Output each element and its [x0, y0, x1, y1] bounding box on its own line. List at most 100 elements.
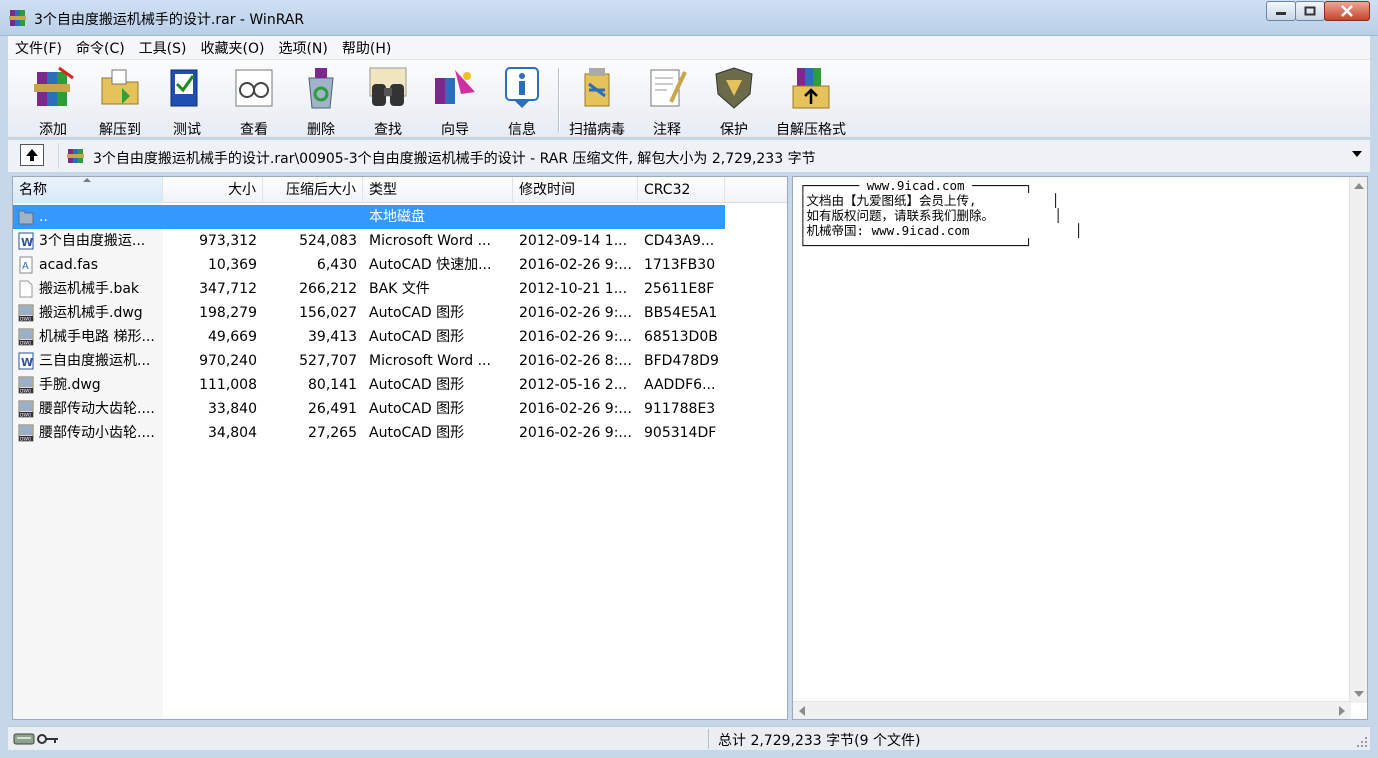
file-packed-size: 156,027: [299, 305, 357, 321]
dwg-file-icon: DWG: [17, 304, 35, 322]
menu-commands[interactable]: 命令(C): [69, 38, 132, 58]
comment-pen-icon: [650, 69, 687, 107]
up-folder-button[interactable]: [20, 144, 44, 166]
file-packed-size: 27,265: [308, 425, 357, 441]
menu-options[interactable]: 选项(N): [271, 38, 334, 58]
menu-bar: 文件(F) 命令(C) 工具(S) 收藏夹(O) 选项(N) 帮助(H): [8, 36, 1370, 60]
file-size: [163, 205, 257, 229]
file-row[interactable]: Aacad.fas 10,369 6,430 AutoCAD 快速加... 2016-0…: [13, 253, 725, 277]
file-row[interactable]: W 三自由度搬运机... 970,240 527,707 Microsoft Word …: [13, 349, 725, 373]
close-icon: [1341, 5, 1353, 17]
file-row[interactable]: DWG 机械手电路 梯形... 49,669 39,413 AutoCAD 图形 2016…: [13, 325, 725, 349]
menu-tools[interactable]: 工具(S): [132, 38, 194, 58]
find-binoculars-icon: [369, 67, 407, 106]
scroll-up-icon[interactable]: [1354, 183, 1364, 189]
file-size: 970,240: [199, 353, 257, 369]
scroll-down-icon[interactable]: [1354, 691, 1364, 697]
file-name: 搬运机械手.bak: [39, 281, 140, 297]
column-type[interactable]: 类型: [363, 177, 513, 203]
extract-to-button[interactable]: 解压到: [87, 64, 153, 139]
find-button[interactable]: 查找: [355, 64, 421, 139]
menu-favorites[interactable]: 收藏夹(O): [194, 38, 272, 58]
menu-help[interactable]: 帮助(H): [335, 38, 398, 58]
file-name: 机械手电路 梯形...: [39, 329, 155, 345]
wizard-icon: [435, 70, 475, 104]
file-modified: 2016-02-26 9:...: [519, 425, 632, 441]
file-row[interactable]: DWG 搬运机械手.dwg 198,279 156,027 AutoCAD 图形 2016…: [13, 301, 725, 325]
menu-file[interactable]: 文件(F): [8, 38, 69, 58]
protect-button[interactable]: 保护: [701, 64, 767, 139]
svg-text:DWG: DWG: [20, 317, 32, 323]
view-glasses-icon: [235, 69, 273, 107]
address-bar: 3个自由度搬运机械手的设计.rar\00905-3个自由度搬运机械手的设计 - …: [8, 140, 1370, 172]
test-button[interactable]: 测试: [154, 64, 220, 139]
sfx-button[interactable]: 自解压格式: [768, 64, 854, 139]
delete-recycle-icon: [308, 68, 334, 109]
extract-folder-icon: [101, 69, 139, 105]
svg-text:W: W: [21, 356, 33, 369]
scroll-left-icon[interactable]: [799, 706, 805, 716]
column-name[interactable]: 名称: [13, 177, 163, 203]
file-type: AutoCAD 图形: [369, 401, 465, 417]
file-row[interactable]: .. 本地磁盘: [13, 205, 725, 229]
file-name: 手腕.dwg: [39, 377, 101, 393]
minimize-button[interactable]: [1266, 1, 1296, 21]
file-row[interactable]: DWG 腰部传动小齿轮.... 34,804 27,265 AutoCAD 图形 2016…: [13, 421, 725, 445]
comment-button[interactable]: 注释: [634, 64, 700, 139]
horizontal-scrollbar[interactable]: [793, 701, 1351, 719]
word-doc-icon: W: [17, 232, 35, 250]
scroll-right-icon[interactable]: [1339, 706, 1345, 716]
fas-file-icon: A: [17, 256, 35, 274]
file-crc32: BB54E5A1: [644, 305, 718, 321]
column-crc32[interactable]: CRC32: [638, 177, 725, 203]
file-type: AutoCAD 图形: [369, 305, 465, 321]
comment-pane: ┌─────── www.9icad.com ───────┐ │文档由【九爱图纸…: [792, 176, 1368, 720]
file-type: Microsoft Word ...: [369, 233, 491, 249]
path-field[interactable]: 3个自由度搬运机械手的设计.rar\00905-3个自由度搬运机械手的设计 - …: [58, 143, 1366, 169]
column-packed[interactable]: 压缩后大小: [263, 177, 363, 203]
column-modified[interactable]: 修改时间: [513, 177, 638, 203]
svg-text:W: W: [21, 236, 33, 249]
minimize-icon: [1276, 12, 1286, 15]
status-summary: 总计 2,729,233 字节(9 个文件): [718, 733, 921, 749]
close-button[interactable]: [1324, 1, 1370, 21]
status-separator: [708, 729, 709, 749]
file-modified: 2016-02-26 8:...: [519, 353, 632, 369]
dwg-file-icon: DWG: [17, 424, 35, 442]
column-headers: 名称 大小 压缩后大小 类型 修改时间 CRC32: [13, 177, 787, 203]
file-row[interactable]: W 3个自由度搬运... 973,312 524,083 Microsoft Word …: [13, 229, 725, 253]
add-books-icon: [34, 66, 74, 106]
file-row[interactable]: 搬运机械手.bak 347,712 266,212 BAK 文件 2012-10-21 …: [13, 277, 725, 301]
add-button[interactable]: 添加: [20, 64, 86, 139]
view-button[interactable]: 查看: [221, 64, 287, 139]
column-size[interactable]: 大小: [163, 177, 263, 203]
info-button[interactable]: 信息: [489, 64, 555, 139]
sort-ascending-icon: [83, 178, 91, 182]
file-name: 三自由度搬运机...: [39, 353, 151, 369]
sfx-box-icon: [792, 68, 830, 109]
comment-line: │文档由【九爱图纸】会员上传, │: [799, 193, 1060, 208]
path-dropdown-icon[interactable]: [1352, 151, 1362, 157]
file-crc32: BFD478D9: [644, 353, 719, 369]
vertical-scrollbar[interactable]: [1349, 177, 1367, 703]
file-crc32: 68513D0B: [644, 329, 718, 345]
file-packed-size: 6,430: [316, 257, 357, 273]
resize-grip-icon[interactable]: [1356, 736, 1368, 748]
virus-scan-icon: [584, 68, 610, 107]
file-row[interactable]: DWG 腰部传动大齿轮.... 33,840 26,491 AutoCAD 图形 2016…: [13, 397, 725, 421]
file-modified: [519, 205, 637, 229]
comment-line: │机械帝国: www.9icad.com │: [799, 223, 1083, 238]
maximize-button[interactable]: [1295, 1, 1325, 21]
svg-text:DWG: DWG: [20, 413, 32, 419]
file-modified: 2016-02-26 9:...: [519, 329, 632, 345]
file-modified: 2012-05-16 2...: [519, 377, 628, 393]
delete-button[interactable]: 删除: [288, 64, 354, 139]
file-row[interactable]: DWG 手腕.dwg 111,008 80,141 AutoCAD 图形 2012-05-…: [13, 373, 725, 397]
virus-scan-button[interactable]: 扫描病毒: [564, 64, 630, 139]
folder-up-icon: [17, 208, 35, 226]
archive-comment-text: ┌─────── www.9icad.com ───────┐ │文档由【九爱图纸…: [799, 178, 1082, 253]
comment-line: │如有版权问题，请联系我们删除。 │: [799, 208, 1062, 223]
wizard-button[interactable]: 向导: [422, 64, 488, 139]
file-packed-size: 524,083: [299, 233, 357, 249]
file-packed-size: 39,413: [308, 329, 357, 345]
